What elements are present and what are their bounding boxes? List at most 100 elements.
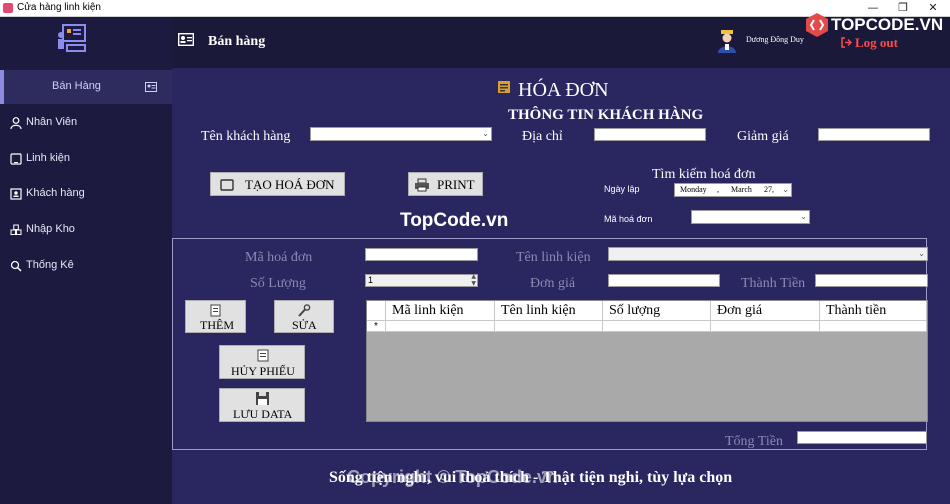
search-invoice-title: Tìm kiếm hoá đơn: [652, 167, 756, 182]
quantity-stepper[interactable]: 1 ▲ ▼: [365, 273, 478, 287]
topcode-logo: TOPCODE.VN: [805, 10, 945, 40]
chevron-down-icon: ⌄: [800, 212, 807, 221]
sidebar-item-label: Bán Hàng: [52, 80, 101, 92]
sidebar-item-label: Linh kiện: [26, 152, 71, 164]
add-button[interactable]: THÊM: [185, 300, 246, 333]
discount-field[interactable]: [818, 128, 930, 141]
customer-section-title: THÔNG TIN KHÁCH HÀNG: [508, 107, 704, 123]
component-name-label: Tên linh kiện: [516, 250, 591, 265]
grid-cell[interactable]: [495, 321, 603, 332]
date-separator: ,: [717, 185, 719, 194]
tablet-icon: [220, 179, 234, 191]
invoice-detail-panel: Mã hoá đơn Tên linh kiện ⌄ Số Lượng 1 ▲ …: [172, 238, 928, 450]
date-weekday: Monday: [680, 185, 707, 194]
tablet-icon: [10, 153, 22, 165]
id-card-icon: [145, 82, 157, 92]
sidebar: Bán Hàng Nhân Viên Linh kiện Khách hàng …: [0, 17, 172, 504]
app-icon: [3, 3, 13, 13]
date-day: 27,: [764, 185, 774, 194]
sidebar-item-nhan-vien[interactable]: Nhân Viên: [0, 106, 172, 140]
invoice-items-grid[interactable]: Mã linh kiện Tên linh kiện Số lượng Đơn …: [366, 300, 928, 422]
sidebar-item-nhap-kho[interactable]: Nhập Kho: [0, 213, 172, 247]
customer-name-label: Tên khách hàng: [201, 129, 291, 144]
window-title: Cửa hàng linh kiện: [17, 2, 101, 13]
wrench-icon: [298, 304, 311, 317]
grid-column-header[interactable]: Tên linh kiện: [495, 301, 603, 321]
grid-cell[interactable]: [711, 321, 820, 332]
sidebar-item-linh-kien[interactable]: Linh kiện: [0, 142, 172, 176]
create-invoice-label: TẠO HOÁ ĐƠN: [245, 177, 335, 192]
sidebar-item-label: Thống Kê: [26, 259, 74, 271]
cancel-invoice-button[interactable]: HỦY PHIẾU: [219, 345, 305, 379]
grid-cell[interactable]: [386, 321, 495, 332]
grid-cell[interactable]: [820, 321, 927, 332]
discount-label: Giảm giá: [737, 129, 789, 144]
date-picker[interactable]: Monday , March 27, ⌄: [674, 183, 792, 197]
customer-name-combobox[interactable]: ⌄: [310, 127, 492, 141]
page-title: Bán hàng: [208, 34, 266, 49]
user-icon: [10, 117, 22, 129]
floppy-disk-icon: [256, 392, 269, 405]
sidebar-item-label: Nhập Kho: [26, 223, 75, 235]
sidebar-item-khach-hang[interactable]: Khách hàng: [0, 177, 172, 211]
stepper-down-icon[interactable]: ▼: [471, 280, 476, 287]
user-avatar-icon: [718, 30, 736, 53]
detail-invoice-id-field[interactable]: [365, 248, 478, 261]
search-invoice-id-label: Mã hoá đơn: [604, 214, 653, 224]
component-name-combobox[interactable]: ⌄: [608, 247, 928, 261]
search-invoice-id-combobox[interactable]: ⌄: [691, 210, 810, 224]
stepper-up-icon[interactable]: ▲: [471, 273, 476, 280]
grid-column-header[interactable]: Số lượng: [603, 301, 711, 321]
line-total-field[interactable]: [815, 274, 928, 287]
invoice-icon: [498, 81, 510, 93]
add-label: THÊM: [200, 318, 234, 332]
chevron-down-icon: ⌄: [918, 249, 925, 258]
add-document-icon: [210, 304, 221, 317]
sidebar-item-label: Nhân Viên: [26, 116, 78, 128]
unit-price-label: Đơn giá: [530, 276, 576, 291]
grid-column-header[interactable]: Mã linh kiện: [386, 301, 495, 321]
create-invoice-button[interactable]: TẠO HOÁ ĐƠN: [210, 172, 345, 196]
quantity-value: 1: [368, 275, 374, 285]
topcode-logo-icon: [806, 13, 828, 37]
main-content: HÓA ĐƠN THÔNG TIN KHÁCH HÀNG Tên khách h…: [172, 68, 950, 504]
new-row-marker: *: [367, 321, 386, 332]
topcode-watermark: TopCode.vn: [400, 210, 509, 231]
print-label: PRINT: [437, 177, 475, 192]
topcode-logo-text: TOPCODE.VN: [831, 15, 944, 34]
sidebar-item-ban-hang[interactable]: Bán Hàng: [0, 70, 172, 104]
save-data-label: LƯU DATA: [233, 407, 293, 421]
grand-total-field[interactable]: [797, 431, 927, 444]
date-month: March: [731, 185, 752, 194]
detail-invoice-id-label: Mã hoá đơn: [245, 250, 313, 265]
grand-total-label: Tổng Tiền: [725, 434, 783, 449]
chevron-down-icon: ⌄: [482, 129, 489, 138]
contact-card-icon: [10, 188, 22, 200]
user-name: Dương Đông Duy: [746, 35, 804, 44]
grid-column-header[interactable]: Đơn giá: [711, 301, 820, 321]
search-icon: [10, 260, 22, 272]
quantity-label: Số Lượng: [250, 276, 306, 291]
chevron-down-icon: ⌄: [782, 185, 789, 194]
address-label: Địa chỉ: [522, 129, 563, 144]
copyright-watermark: Copyright © TopCode.vn: [347, 467, 558, 487]
unit-price-field[interactable]: [608, 274, 720, 287]
sidebar-item-thong-ke[interactable]: Thống Kê: [0, 249, 172, 283]
document-icon: [257, 349, 269, 362]
edit-button[interactable]: SỬA: [274, 300, 334, 333]
grid-column-header[interactable]: Thành tiền: [820, 301, 927, 321]
store-logo-icon: [58, 24, 86, 52]
printer-icon: [415, 178, 429, 192]
sidebar-item-label: Khách hàng: [26, 187, 85, 199]
edit-label: SỬA: [292, 318, 317, 332]
save-data-button[interactable]: LƯU DATA: [219, 388, 305, 422]
grid-cell[interactable]: [603, 321, 711, 332]
cancel-invoice-label: HỦY PHIẾU: [231, 364, 295, 378]
grid-row-header-corner: [367, 301, 386, 321]
active-indicator: [0, 70, 4, 104]
date-label: Ngày lập: [604, 184, 640, 194]
id-card-icon: [178, 33, 194, 46]
address-field[interactable]: [594, 128, 706, 141]
line-total-label: Thành Tiền: [741, 276, 806, 291]
print-button[interactable]: PRINT: [408, 172, 483, 196]
